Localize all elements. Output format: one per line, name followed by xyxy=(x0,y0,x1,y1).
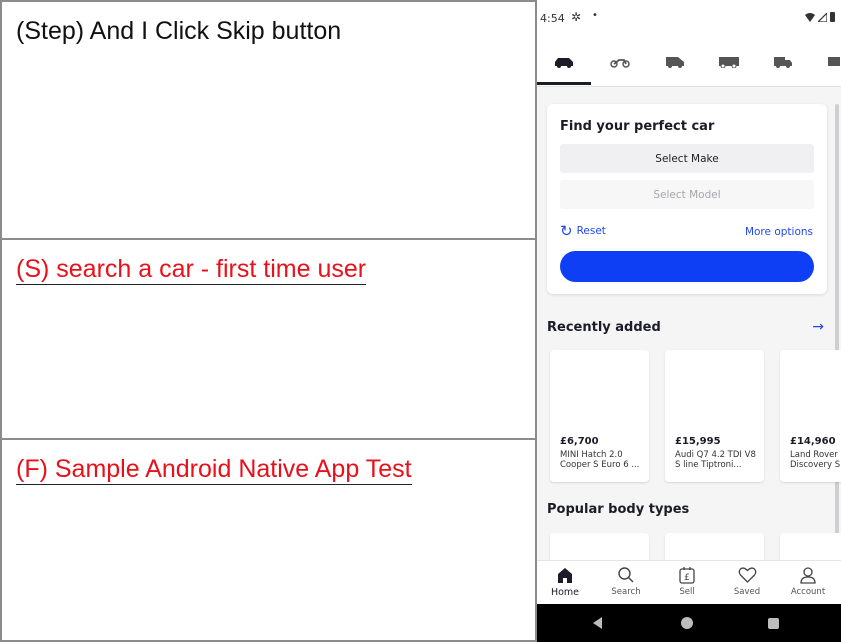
car-icon[interactable] xyxy=(553,56,577,70)
feature-link[interactable]: (F) Sample Android Native App Test xyxy=(16,455,412,485)
search-icon xyxy=(596,565,656,585)
step-text: (Step) And I Click Skip button xyxy=(16,17,342,45)
wifi-icon xyxy=(805,12,815,22)
vehicle-type-tabs xyxy=(537,38,841,87)
feature-panel: (F) Sample Android Native App Test xyxy=(0,438,537,642)
reset-button[interactable]: ↻ Reset xyxy=(560,222,606,240)
popular-body-types-title: Popular body types xyxy=(547,502,690,517)
nav-account-label: Account xyxy=(790,587,826,597)
more-vehicle-icon[interactable] xyxy=(827,56,841,70)
car-price: £6,700 xyxy=(560,436,599,447)
car-price: £15,995 xyxy=(675,436,721,447)
nav-sell-label: Sell xyxy=(679,587,695,597)
battery-icon xyxy=(830,12,835,22)
nav-saved-label: Saved xyxy=(733,587,761,597)
nav-search[interactable]: Search xyxy=(596,565,656,597)
home-circle-icon[interactable] xyxy=(681,617,693,629)
signal-icon xyxy=(818,12,827,22)
svg-text:£: £ xyxy=(684,573,690,583)
nav-search-label: Search xyxy=(611,587,641,597)
status-bar: 4:54 ✲ • xyxy=(537,0,841,38)
car-name: Land Rover Discovery S xyxy=(790,450,841,470)
bottom-navigation: Home Search £ Sell Saved Account xyxy=(537,560,841,605)
motorhome-icon[interactable] xyxy=(718,56,742,70)
home-icon xyxy=(537,565,595,585)
dot-icon: • xyxy=(592,10,598,21)
reset-label: Reset xyxy=(576,225,606,237)
scenario-panel: (S) search a car - first time user xyxy=(0,238,537,440)
truck-icon[interactable] xyxy=(773,56,797,70)
select-make-dropdown[interactable]: Select Make xyxy=(560,144,814,173)
nav-sell[interactable]: £ Sell xyxy=(657,565,717,597)
account-icon xyxy=(778,565,838,585)
car-name: MINI Hatch 2.0 Cooper S Euro 6 ... xyxy=(560,450,640,470)
recents-icon[interactable] xyxy=(768,618,779,629)
scenario-link[interactable]: (S) search a car - first time user xyxy=(16,255,367,285)
phone-screen: 4:54 ✲ • Find your perfect car Select Ma… xyxy=(537,0,841,642)
system-navigation-bar xyxy=(537,604,841,642)
nav-home-label: Home xyxy=(550,587,580,598)
back-icon[interactable] xyxy=(593,617,602,629)
active-tab-indicator xyxy=(537,82,591,85)
search-button[interactable] xyxy=(560,251,814,282)
car-card[interactable]: £14,960 Land Rover Discovery S xyxy=(780,350,841,482)
gear-icon: ✲ xyxy=(571,10,582,24)
recently-added-title: Recently added xyxy=(547,320,661,335)
nav-account[interactable]: Account xyxy=(778,565,838,597)
car-price: £14,960 xyxy=(790,436,836,447)
select-model-dropdown[interactable]: Select Model xyxy=(560,180,814,209)
refresh-icon: ↻ xyxy=(560,222,573,240)
car-card[interactable]: £15,995 Audi Q7 4.2 TDI V8 S line Tiptro… xyxy=(665,350,764,482)
van-icon[interactable] xyxy=(665,56,689,70)
search-card: Find your perfect car Select Make Select… xyxy=(547,104,827,294)
nav-home[interactable]: Home xyxy=(537,565,595,598)
status-time: 4:54 xyxy=(540,12,565,25)
heart-icon xyxy=(717,565,777,585)
car-name: Audi Q7 4.2 TDI V8 S line Tiptroni... xyxy=(675,450,756,470)
step-panel: (Step) And I Click Skip button xyxy=(0,0,537,240)
sell-icon: £ xyxy=(657,565,717,585)
more-options-link[interactable]: More options xyxy=(745,226,813,238)
motorbike-icon[interactable] xyxy=(610,56,634,70)
arrow-right-icon[interactable]: → xyxy=(812,319,824,335)
car-card[interactable]: £6,700 MINI Hatch 2.0 Cooper S Euro 6 ..… xyxy=(550,350,649,482)
nav-saved[interactable]: Saved xyxy=(717,565,777,597)
search-card-title: Find your perfect car xyxy=(560,119,715,134)
